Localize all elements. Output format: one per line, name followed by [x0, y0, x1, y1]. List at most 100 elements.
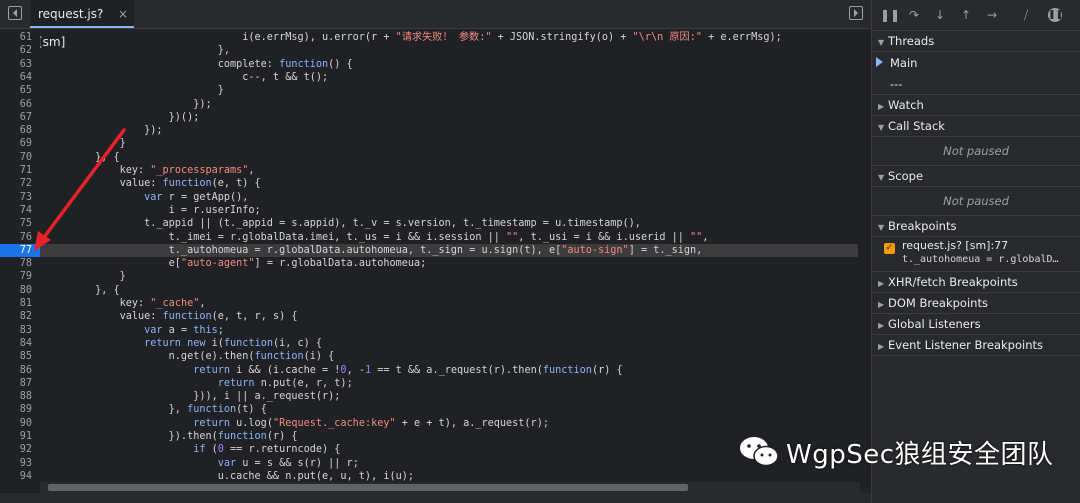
step-out-icon[interactable]: ↑ — [958, 7, 974, 23]
line-number[interactable]: 79 — [0, 270, 40, 284]
line-number[interactable]: 75 — [0, 217, 40, 231]
line-number[interactable]: 91 — [0, 430, 40, 444]
breakpoint-item[interactable]: ✓ request.js? [sm]:77 t._autohomeua = r.… — [872, 237, 1080, 272]
toggle-debugger-icon[interactable] — [849, 6, 863, 20]
code-token: n.get(e).then( — [46, 351, 255, 363]
line-number[interactable]: 81 — [0, 297, 40, 311]
scrollbar-thumb[interactable] — [48, 484, 688, 491]
global-listeners-section-header[interactable]: ▶ Global Listeners — [872, 314, 1080, 335]
line-number[interactable]: 65 — [0, 84, 40, 98]
pause-icon[interactable]: ❚❚ — [880, 7, 900, 23]
breakpoint-line-number[interactable]: 77 — [0, 243, 40, 258]
code-token: c--, t && t(); — [46, 71, 329, 83]
code-text: var r = getApp(), — [40, 191, 248, 204]
line-number[interactable]: 66 — [0, 97, 40, 111]
code-text: t._imei = r.globalData.imei, t._us = i &… — [40, 231, 709, 244]
line-number[interactable]: 84 — [0, 336, 40, 351]
code-line: 64 c--, t && t(); — [0, 70, 858, 85]
line-number[interactable]: 62 — [0, 44, 40, 58]
xhr-breakpoints-section-header[interactable]: ▶ XHR/fetch Breakpoints — [872, 272, 1080, 293]
line-number[interactable]: 63 — [0, 57, 40, 71]
step-over-icon[interactable]: ↷ — [906, 7, 922, 23]
line-number[interactable]: 87 — [0, 376, 40, 391]
breakpoints-section-header[interactable]: ▼ Breakpoints — [872, 216, 1080, 237]
line-number[interactable]: 89 — [0, 403, 40, 417]
step-into-icon[interactable]: ↓ — [932, 7, 948, 23]
line-number[interactable]: 88 — [0, 390, 40, 404]
line-number[interactable]: 92 — [0, 443, 40, 457]
code-token: ( — [205, 444, 218, 456]
editor-tab-bar: request.js? [sm] × — [0, 0, 871, 49]
code-line: 79 } — [0, 270, 858, 284]
line-number[interactable]: 76 — [0, 230, 40, 244]
code-line: 81 key: "_cache", — [0, 297, 858, 311]
code-token: , — [248, 165, 255, 176]
code-line: 67 })(); — [0, 110, 858, 125]
code-text: value: function(e, t) { — [40, 177, 261, 190]
code-text: var a = this; — [40, 324, 224, 337]
code-line: 73 var r = getApp(), — [0, 190, 858, 204]
line-number[interactable]: 82 — [0, 310, 40, 324]
horizontal-scrollbar[interactable] — [40, 482, 860, 493]
line-number[interactable]: 86 — [0, 363, 40, 377]
code-text: key: "_processparams", — [40, 164, 255, 177]
line-number[interactable]: 68 — [0, 124, 40, 138]
line-number[interactable]: 69 — [0, 137, 40, 151]
code-token: i && (i.cache = ! — [230, 364, 341, 376]
code-token: == r.returncode) { — [223, 444, 341, 456]
line-number[interactable]: 71 — [0, 164, 40, 178]
thread-main[interactable]: Main — [872, 52, 1080, 74]
event-listener-breakpoints-section-header[interactable]: ▶ Event Listener Breakpoints — [872, 335, 1080, 356]
line-number[interactable]: 72 — [0, 177, 40, 191]
line-number[interactable]: 70 — [0, 150, 40, 164]
call-stack-section-header[interactable]: ▼ Call Stack — [872, 116, 1080, 137]
close-icon[interactable]: × — [118, 0, 128, 28]
code-editor[interactable]: 61 i(e.errMsg), u.error(r + "请求失败！ 参数:" … — [0, 31, 871, 481]
tab-request-js[interactable]: request.js? [sm] × — [30, 0, 134, 49]
code-line: 78 e["auto-agent"] = r.globalData.autoho… — [0, 257, 858, 271]
line-number[interactable]: 61 — [0, 31, 40, 45]
code-token: function — [254, 351, 304, 363]
threads-section-header[interactable]: ▼ Threads — [872, 31, 1080, 52]
collapsed-triangle-icon: ▶ — [878, 279, 885, 288]
collapsed-triangle-icon: ▶ — [878, 321, 885, 330]
code-token: u.cache && n.put(e, u, t), i(u); — [46, 470, 415, 481]
code-text: return i && (i.cache = !0, -1 == t && a.… — [40, 364, 623, 377]
line-number[interactable]: 78 — [0, 257, 40, 271]
line-number[interactable]: 64 — [0, 70, 40, 85]
breakpoint-checkbox[interactable]: ✓ — [884, 243, 895, 254]
code-text: t._appid || (t._appid = s.appid), t._v =… — [40, 217, 641, 230]
code-token: (i) { — [303, 351, 335, 363]
line-number[interactable]: 83 — [0, 323, 40, 337]
scope-section-header[interactable]: ▼ Scope — [872, 166, 1080, 187]
code-token: "_cache" — [150, 298, 200, 309]
line-number[interactable]: 93 — [0, 456, 40, 470]
code-token: t._imei = r.globalData.imei, t._us = i &… — [46, 231, 507, 243]
pause-on-exceptions-icon[interactable]: ❚❚ — [1048, 8, 1063, 22]
toggle-navigator-icon[interactable] — [8, 6, 22, 20]
line-number[interactable]: 80 — [0, 283, 40, 297]
line-number[interactable]: 94 — [0, 469, 40, 481]
code-token: , - — [346, 364, 365, 376]
line-number[interactable]: 85 — [0, 350, 40, 364]
watch-section-header[interactable]: ▶ Watch — [872, 95, 1080, 116]
code-token: "请求失败！ 参数:" — [395, 32, 492, 43]
code-token: key: — [46, 165, 151, 176]
deactivate-breakpoints-icon[interactable]: ⧸ — [1018, 7, 1034, 23]
scope-empty: Not paused — [872, 187, 1080, 216]
line-number[interactable]: 74 — [0, 203, 40, 218]
dom-breakpoints-section-header[interactable]: ▶ DOM Breakpoints — [872, 293, 1080, 314]
code-token: (r) { — [591, 364, 623, 376]
step-icon[interactable]: → — [984, 7, 1000, 23]
line-number[interactable]: 73 — [0, 190, 40, 204]
code-text: t._autohomeua = r.globalData.autohomeua,… — [40, 244, 703, 257]
code-text: } — [40, 270, 126, 283]
line-number[interactable]: 67 — [0, 110, 40, 125]
line-number[interactable]: 90 — [0, 416, 40, 430]
thread-other[interactable]: --- — [872, 74, 1080, 95]
code-line: 71 key: "_processparams", — [0, 164, 858, 178]
